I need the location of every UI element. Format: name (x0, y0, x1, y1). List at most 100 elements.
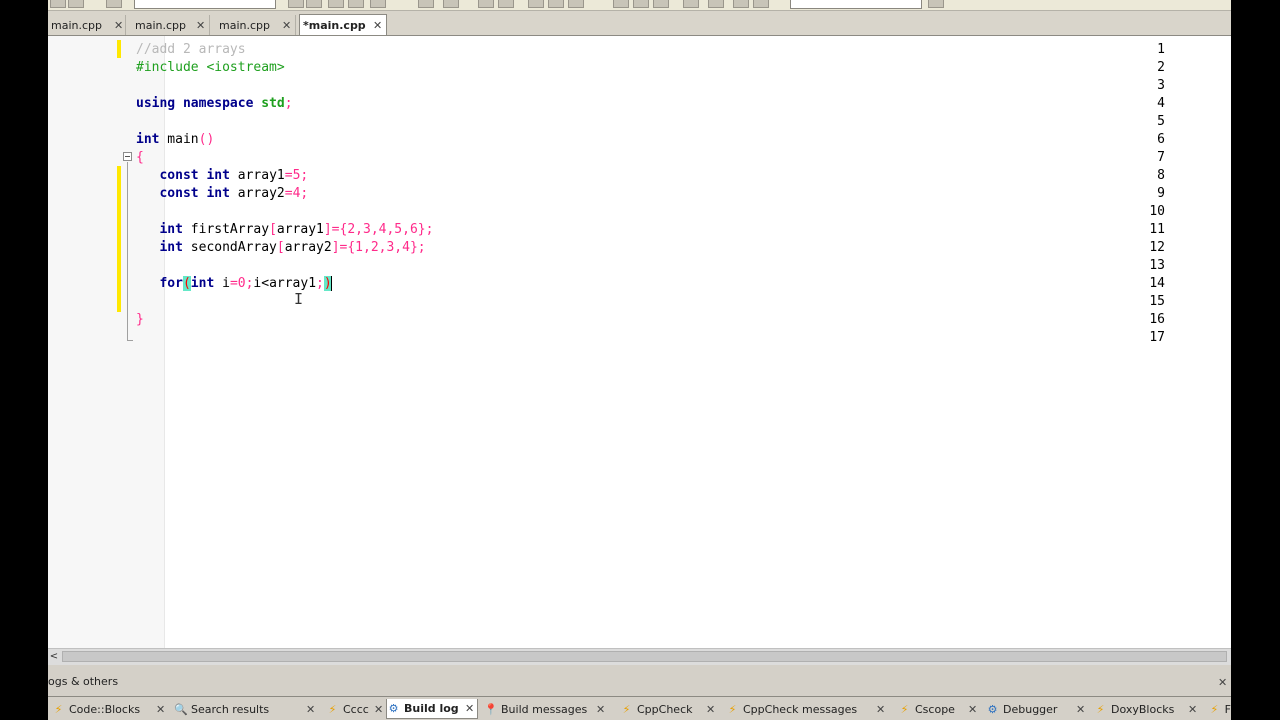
toolbar-button[interactable] (568, 0, 584, 8)
keyword: const (159, 186, 199, 201)
line-number: 15 (1149, 294, 1165, 309)
close-icon[interactable]: ✕ (596, 703, 605, 716)
tab-cscope[interactable]: ⚡ Cscope ✕ (898, 699, 982, 719)
keyword: for (159, 276, 183, 291)
fold-guide-end (127, 340, 133, 341)
close-icon[interactable]: ✕ (1188, 703, 1197, 716)
toolbar-button[interactable] (50, 0, 66, 8)
tab-code-blocks[interactable]: ⚡ Code::Blocks ✕ (52, 699, 168, 719)
tab-cccc[interactable]: ⚡ Cccc ✕ (326, 699, 386, 719)
tab-build-log[interactable]: ⚙ Build log ✕ (386, 699, 478, 719)
log-icon: ⚡ (900, 702, 909, 716)
toolbar-button[interactable] (288, 0, 304, 8)
tab-label: Cscope (915, 702, 955, 716)
operator: { (136, 150, 144, 165)
close-icon[interactable]: ✕ (282, 19, 291, 32)
close-icon[interactable]: ✕ (1218, 676, 1227, 689)
operator: [ (276, 240, 285, 255)
line-number: 9 (1157, 186, 1165, 201)
preprocessor-directive: #include <iostream> (136, 60, 285, 75)
search-icon: 🔍 (174, 702, 188, 716)
changed-line-marker (117, 40, 121, 58)
toolbar-button[interactable] (633, 0, 649, 8)
toolbar-button[interactable] (528, 0, 544, 8)
toolbar-button[interactable] (708, 0, 724, 8)
code-line-6: int main() (136, 131, 214, 149)
close-icon[interactable]: ✕ (465, 702, 474, 715)
code-line-8: const int array1=5; (136, 167, 308, 185)
line-number-gutter (48, 36, 164, 648)
close-icon[interactable]: ✕ (196, 19, 205, 32)
close-icon[interactable]: ✕ (1076, 703, 1085, 716)
tab-debugger[interactable]: ⚙ Debugger ✕ (986, 699, 1090, 719)
scrollbar-thumb[interactable] (62, 651, 1227, 662)
scroll-left-icon[interactable]: < (48, 649, 60, 665)
toolbar-button[interactable] (498, 0, 514, 8)
toolbar-button[interactable] (733, 0, 749, 8)
toolbar-button[interactable] (653, 0, 669, 8)
line-number: 8 (1157, 168, 1165, 183)
toolbar-button[interactable] (753, 0, 769, 8)
codeblocks-window: main.cpp ✕ main.cpp ✕ main.cpp ✕ *main.c… (48, 0, 1231, 720)
toolbar-combo[interactable] (134, 0, 276, 9)
close-icon[interactable]: ✕ (374, 703, 383, 716)
toolbar-button[interactable] (370, 0, 386, 8)
toolbar-button[interactable] (613, 0, 629, 8)
toolbar-combo[interactable] (790, 0, 922, 9)
toolbar-button[interactable] (683, 0, 699, 8)
toolbar-button[interactable] (548, 0, 564, 8)
tab-label: DoxyBlocks (1111, 702, 1175, 716)
identifier: i<array1 (253, 276, 317, 291)
tab-main-cpp-2[interactable]: main.cpp ✕ (132, 15, 210, 35)
keyword: int (159, 222, 183, 237)
toolbar-button[interactable] (928, 0, 944, 8)
toolbar-button[interactable] (348, 0, 364, 8)
operator: ; (284, 96, 293, 111)
number: 0 (237, 276, 246, 291)
keyword: int (206, 168, 230, 183)
close-icon[interactable]: ✕ (876, 703, 885, 716)
code-line-11: int firstArray[array1]={2,3,4,5,6}; (136, 221, 433, 239)
horizontal-scrollbar[interactable]: < (48, 648, 1231, 665)
close-icon[interactable]: ✕ (306, 703, 315, 716)
line-number: 11 (1149, 222, 1165, 237)
tab-f[interactable]: ⚡ F (1208, 699, 1231, 719)
fold-guide (127, 162, 128, 340)
close-icon[interactable]: ✕ (706, 703, 715, 716)
line-number: 12 (1149, 240, 1165, 255)
line-number: 3 (1157, 78, 1165, 93)
tab-cppcheck[interactable]: ⚡ CppCheck ✕ (620, 699, 720, 719)
fold-collapse-icon[interactable] (123, 152, 132, 161)
tab-build-messages[interactable]: 📍 Build messages ✕ (484, 699, 610, 719)
tab-doxyblocks[interactable]: ⚡ DoxyBlocks ✕ (1094, 699, 1202, 719)
operator: ; (316, 276, 324, 291)
close-icon[interactable]: ✕ (156, 703, 165, 716)
close-icon[interactable]: ✕ (968, 703, 977, 716)
tab-search-results[interactable]: 🔍 Search results ✕ (174, 699, 320, 719)
close-icon[interactable]: ✕ (373, 19, 382, 32)
text-cursor (330, 276, 332, 291)
identifier: array1 (276, 222, 324, 237)
toolbar-button[interactable] (328, 0, 344, 8)
toolbar-button[interactable] (106, 0, 122, 8)
operator: = (284, 168, 293, 183)
tab-label: main.cpp (219, 18, 270, 32)
toolbar-button[interactable] (418, 0, 434, 8)
toolbar-button[interactable] (478, 0, 494, 8)
tab-main-cpp-3[interactable]: main.cpp ✕ (216, 15, 296, 35)
tab-cppcheck-messages[interactable]: ⚡ CppCheck messages ✕ (726, 699, 890, 719)
toolbar (48, 0, 1231, 11)
toolbar-button[interactable] (68, 0, 84, 8)
toolbar-button[interactable] (443, 0, 459, 8)
tab-main-cpp-1[interactable]: main.cpp ✕ (48, 15, 126, 35)
changed-line-marker (117, 166, 121, 312)
code-editor[interactable]: 1 2 3 4 5 6 7 8 9 10 11 12 13 14 15 16 1… (48, 36, 1231, 648)
tab-label: CppCheck (637, 702, 693, 716)
close-icon[interactable]: ✕ (114, 19, 123, 32)
keyword: namespace (182, 96, 254, 111)
pin-icon: 📍 (484, 702, 498, 716)
code-line-1: //add 2 arrays (136, 41, 246, 59)
toolbar-button[interactable] (306, 0, 322, 8)
line-number: 7 (1157, 150, 1165, 165)
tab-main-cpp-active[interactable]: *main.cpp ✕ (299, 14, 387, 35)
